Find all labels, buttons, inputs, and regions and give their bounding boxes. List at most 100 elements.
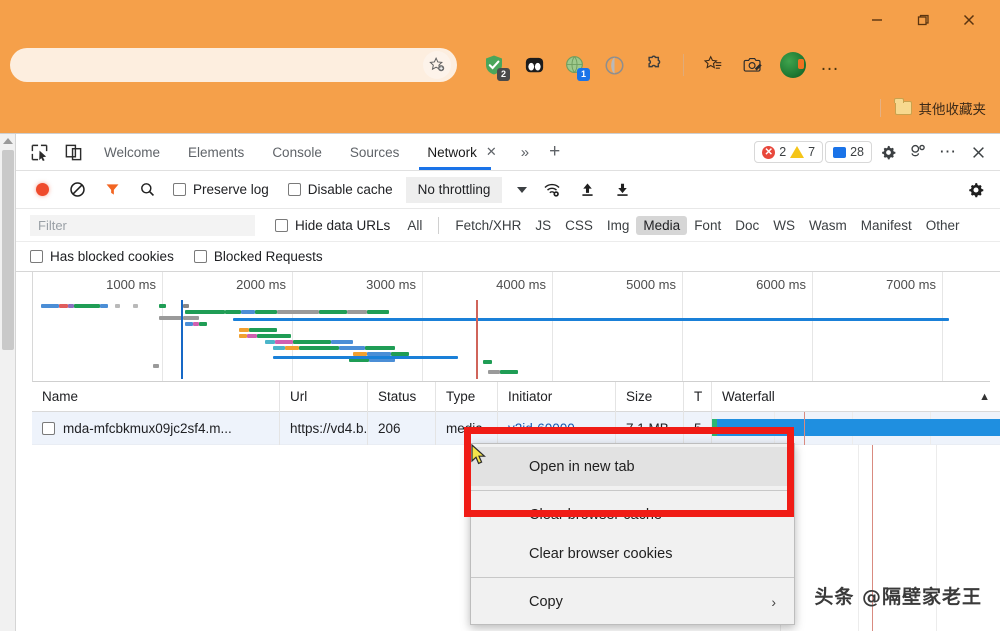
tab-network[interactable]: Network ✕ bbox=[413, 134, 510, 170]
filter-type-css[interactable]: CSS bbox=[558, 216, 600, 235]
tab-sources[interactable]: Sources bbox=[336, 134, 414, 170]
settings-gear-icon[interactable] bbox=[874, 138, 902, 166]
blocked-requests-box[interactable] bbox=[193, 250, 207, 263]
column-header-name[interactable]: Name bbox=[32, 381, 280, 412]
filter-type-manifest[interactable]: Manifest bbox=[854, 216, 919, 235]
address-bar[interactable] bbox=[10, 48, 457, 82]
menu-item-clear-browser-cookies[interactable]: Clear browser cookies bbox=[471, 534, 794, 573]
preserve-log-checkbox[interactable]: Preserve log bbox=[173, 182, 269, 197]
chevron-down-icon[interactable] bbox=[517, 186, 528, 193]
hide-data-urls-box[interactable] bbox=[275, 218, 288, 232]
maximize-button[interactable] bbox=[900, 4, 946, 36]
sort-ascending-icon[interactable]: ▲ bbox=[979, 391, 990, 403]
tab-network-label: Network bbox=[427, 144, 477, 160]
cell-waterfall bbox=[712, 411, 1000, 445]
filter-type-doc[interactable]: Doc bbox=[728, 216, 766, 235]
inspect-element-icon[interactable] bbox=[22, 137, 56, 167]
network-settings-gear-icon[interactable] bbox=[960, 175, 992, 205]
overview-tick-6: 6000 ms bbox=[756, 277, 806, 292]
more-tabs-icon[interactable]: » bbox=[511, 144, 539, 161]
tab-welcome[interactable]: Welcome bbox=[90, 134, 174, 170]
blocked-requests-checkbox[interactable]: Blocked Requests bbox=[193, 249, 323, 264]
filter-type-all[interactable]: All bbox=[400, 216, 429, 235]
scrollbar-thumb[interactable] bbox=[2, 150, 14, 350]
close-window-button[interactable] bbox=[946, 4, 992, 36]
add-panel-icon[interactable]: + bbox=[539, 141, 570, 163]
filter-type-js[interactable]: JS bbox=[528, 216, 558, 235]
warning-count: 7 bbox=[808, 145, 816, 159]
download-har-icon[interactable] bbox=[606, 175, 638, 205]
menu-item-clear-browser-cache[interactable]: Clear browser cache bbox=[471, 495, 794, 534]
filter-type-font[interactable]: Font bbox=[687, 216, 728, 235]
has-blocked-cookies-box[interactable] bbox=[30, 250, 43, 263]
filter-type-ws[interactable]: WS bbox=[766, 216, 802, 235]
issues-counter[interactable]: ✕ 2 7 bbox=[754, 141, 824, 163]
network-overview-timeline[interactable]: 1000 ms 2000 ms 3000 ms 4000 ms 5000 ms … bbox=[32, 272, 990, 382]
context-menu[interactable]: Open in new tab Clear browser cache Clea… bbox=[470, 443, 795, 625]
screenshot-icon[interactable] bbox=[736, 48, 770, 82]
menu-item-copy[interactable]: Copy › bbox=[471, 582, 794, 621]
cell-initiator[interactable]: v2id-60000 bbox=[498, 411, 616, 445]
folder-icon bbox=[894, 98, 912, 115]
browser-menu-button[interactable]: … bbox=[816, 54, 845, 76]
cell-name[interactable]: mda-mfcbkmux09jc2sf4.m... bbox=[32, 411, 280, 445]
disable-cache-box[interactable] bbox=[287, 183, 301, 196]
page-scrollbar[interactable] bbox=[0, 134, 16, 631]
bitwarden-extension-icon[interactable] bbox=[517, 48, 551, 82]
record-button[interactable] bbox=[26, 175, 58, 205]
puzzle-extensions-icon[interactable] bbox=[637, 48, 671, 82]
clear-icon[interactable] bbox=[61, 175, 93, 205]
throttling-select[interactable]: No throttling bbox=[405, 176, 503, 203]
filter-input[interactable]: Filter bbox=[30, 214, 255, 236]
column-header-size[interactable]: Size bbox=[616, 381, 684, 412]
error-icon: ✕ bbox=[762, 145, 776, 159]
disable-cache-checkbox[interactable]: Disable cache bbox=[287, 182, 393, 197]
column-header-time[interactable]: T bbox=[684, 381, 712, 412]
tab-console-label: Console bbox=[272, 144, 322, 160]
shield-extension-icon[interactable]: 2 bbox=[477, 48, 511, 82]
column-header-url[interactable]: Url bbox=[280, 381, 368, 412]
collections-icon[interactable] bbox=[696, 48, 730, 82]
filter-type-media[interactable]: Media bbox=[636, 215, 688, 235]
tab-elements[interactable]: Elements bbox=[174, 134, 258, 170]
overview-tick-7: 7000 ms bbox=[886, 277, 936, 292]
extensions-strip: 2 1 … bbox=[477, 48, 845, 82]
customize-devtools-icon[interactable] bbox=[904, 138, 932, 166]
has-blocked-cookies-checkbox[interactable]: Has blocked cookies bbox=[30, 249, 174, 264]
menu-item-open-in-new-tab[interactable]: Open in new tab bbox=[471, 447, 794, 486]
minimize-button[interactable] bbox=[854, 4, 900, 36]
cell-status: 206 bbox=[368, 411, 436, 445]
circle-extension-icon[interactable] bbox=[597, 48, 631, 82]
close-devtools-icon[interactable] bbox=[964, 138, 992, 166]
filter-type-other[interactable]: Other bbox=[919, 216, 967, 235]
row-checkbox[interactable] bbox=[42, 421, 55, 435]
scroll-up-arrow[interactable] bbox=[2, 138, 13, 144]
messages-counter[interactable]: 28 bbox=[825, 141, 872, 163]
filter-type-img[interactable]: Img bbox=[600, 216, 637, 235]
preserve-log-box[interactable] bbox=[173, 183, 186, 196]
table-row[interactable]: mda-mfcbkmux09jc2sf4.m... https://vd4.b.… bbox=[32, 411, 1000, 445]
avatar[interactable] bbox=[776, 48, 810, 82]
add-bookmark-icon[interactable] bbox=[423, 51, 451, 79]
wifi-settings-icon[interactable] bbox=[536, 175, 568, 205]
menu-item-clear-browser-cache-label: Clear browser cache bbox=[529, 506, 662, 523]
bookmarks-bar: 其他收藏夹 bbox=[0, 90, 1000, 126]
device-toolbar-icon[interactable] bbox=[56, 137, 90, 167]
filter-funnel-icon[interactable] bbox=[96, 175, 128, 205]
column-header-initiator[interactable]: Initiator bbox=[498, 381, 616, 412]
column-header-type[interactable]: Type bbox=[436, 381, 498, 412]
cell-time: 5 bbox=[684, 411, 712, 445]
error-count: 2 bbox=[779, 145, 787, 159]
tab-console[interactable]: Console bbox=[258, 134, 336, 170]
filter-type-fetch-xhr[interactable]: Fetch/XHR bbox=[448, 216, 528, 235]
search-icon[interactable] bbox=[131, 175, 163, 205]
close-icon[interactable]: ✕ bbox=[486, 144, 497, 160]
more-options-icon[interactable]: ⋯ bbox=[934, 138, 962, 166]
filter-type-wasm[interactable]: Wasm bbox=[802, 216, 854, 235]
column-header-status[interactable]: Status bbox=[368, 381, 436, 412]
globe-extension-icon[interactable]: 1 bbox=[557, 48, 591, 82]
hide-data-urls-checkbox[interactable]: Hide data URLs bbox=[275, 218, 390, 233]
upload-har-icon[interactable] bbox=[571, 175, 603, 205]
column-header-waterfall[interactable]: Waterfall ▲ bbox=[712, 382, 1000, 412]
bookmark-folder-other[interactable]: 其他收藏夹 bbox=[894, 98, 986, 118]
